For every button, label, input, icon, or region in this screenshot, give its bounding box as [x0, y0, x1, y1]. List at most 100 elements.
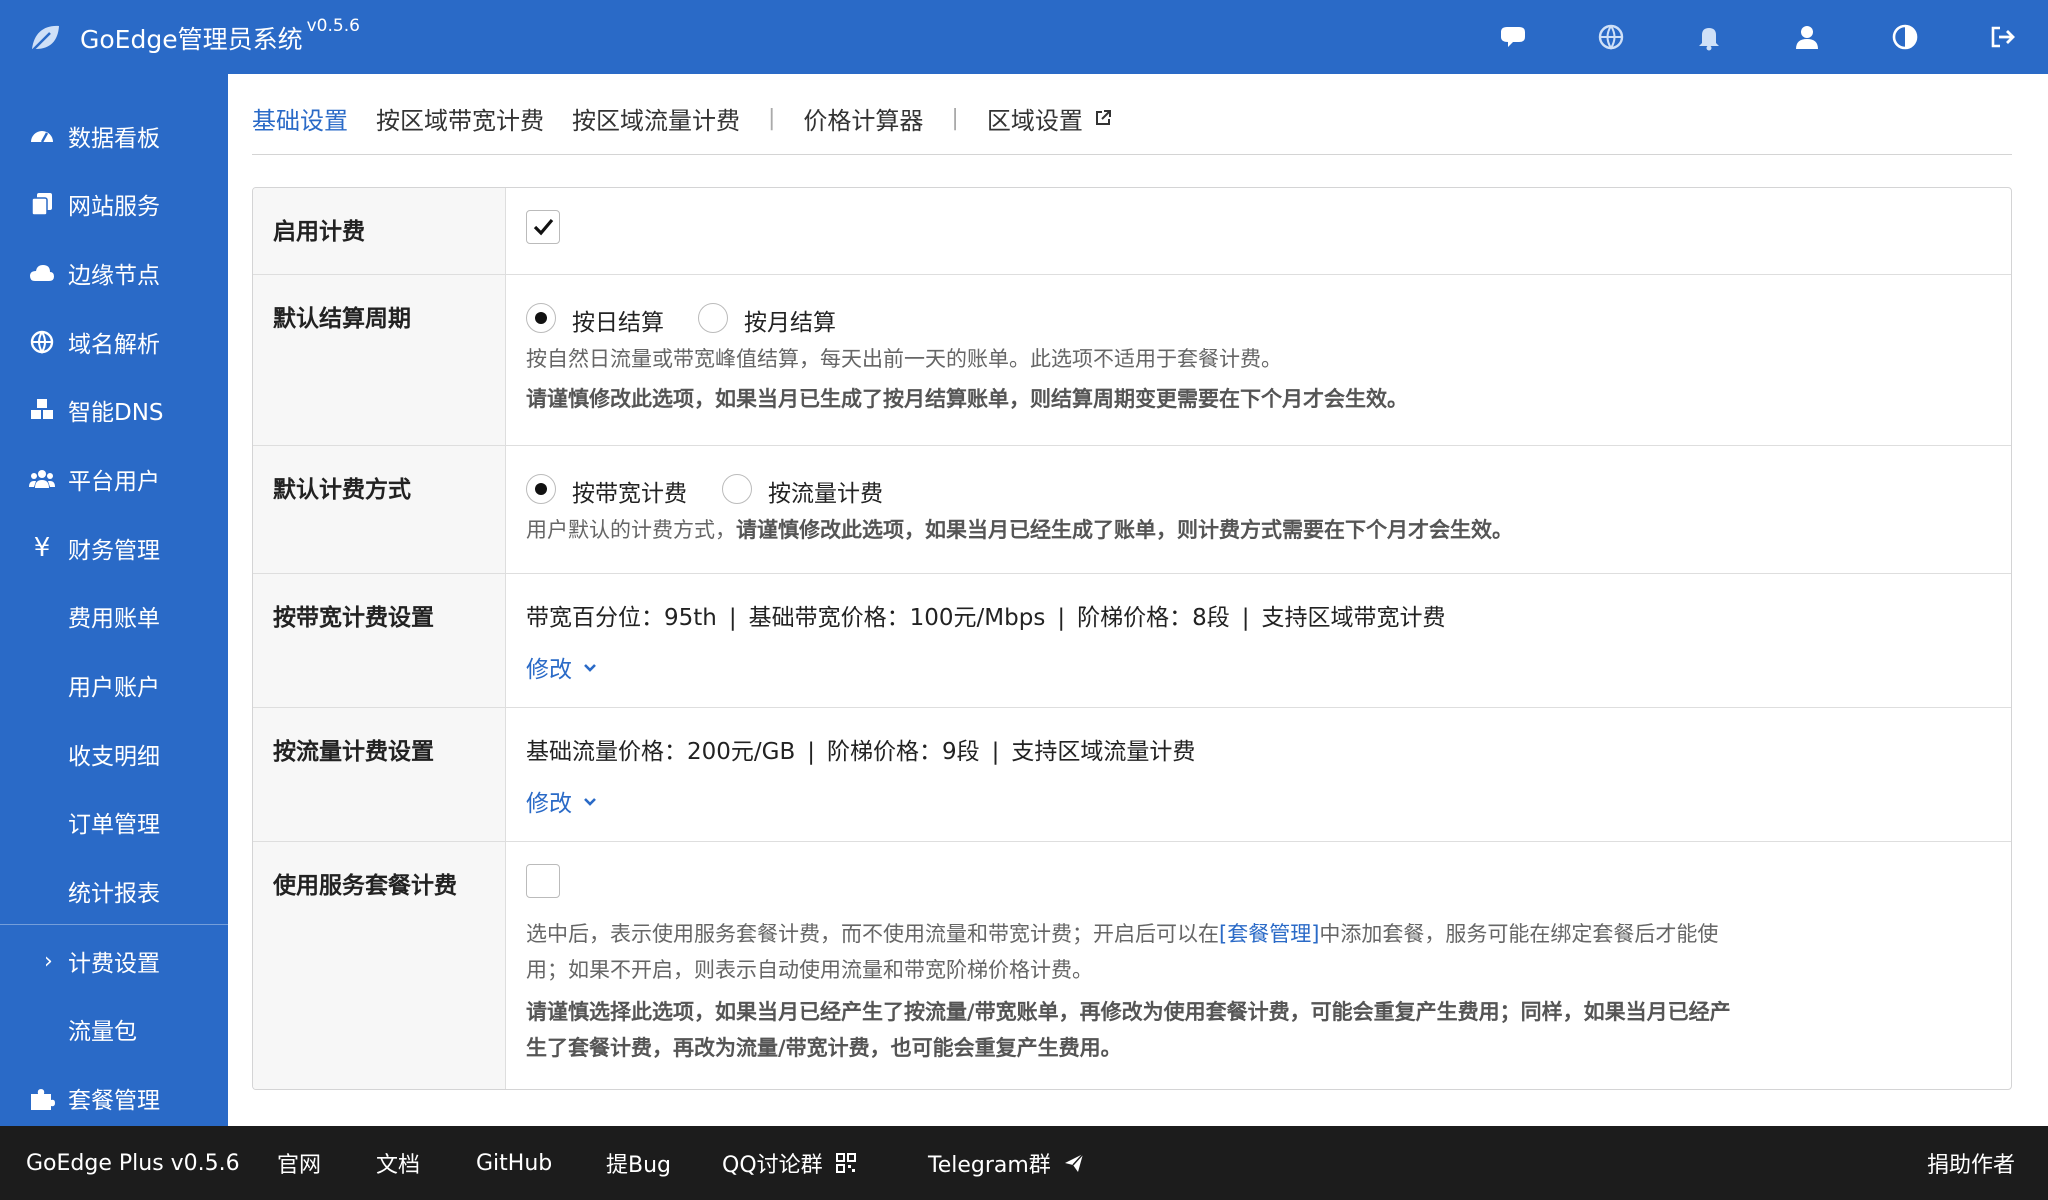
settings-table: 启用计费 默认结算周期 按日结算 按月结算 按自然日流量或带宽峰值结算，每天出前… [252, 187, 2012, 1090]
brand[interactable]: GoEdge管理员系统 v0.5.6 [28, 16, 360, 58]
tab-region-bandwidth[interactable]: 按区域带宽计费 [376, 101, 544, 136]
tab-region-settings[interactable]: 区域设置 [987, 101, 1113, 136]
row-bandwidth-settings: 按带宽计费设置 带宽百分位：95th | 基础带宽价格：100元/Mbps | 阶梯价格… [253, 573, 2011, 708]
sidebar-item-reports[interactable]: 统计报表 [0, 857, 228, 925]
sidebar-item-label: 智能DNS [68, 400, 164, 426]
sidebar-item-label: 费用账单 [68, 606, 160, 632]
row-billing-method: 默认计费方式 按带宽计费 按流量计费 用户默认的计费方式，请谨慎修改此选项，如果… [253, 445, 2011, 574]
monthly-settlement-radio[interactable] [698, 303, 728, 333]
users-icon [26, 463, 58, 495]
sidebar-item-label: 平台用户 [68, 469, 160, 495]
chat-icon[interactable] [1496, 20, 1530, 54]
plan-description-cont: 用；如果不开启，则表示自动使用流量和带宽阶梯价格计费。 [526, 958, 1093, 982]
row-label: 按带宽计费设置 [273, 605, 434, 631]
traffic-billing-label[interactable]: 按流量计费 [768, 474, 883, 508]
tab-basic-settings[interactable]: 基础设置 [252, 101, 348, 136]
tab-price-calculator[interactable]: 价格计算器 [803, 101, 923, 136]
daily-settlement-label[interactable]: 按日结算 [572, 303, 664, 337]
sidebar-item-label: 收支明细 [68, 744, 160, 770]
theme-toggle-icon[interactable] [1888, 20, 1922, 54]
footer-donate-link[interactable]: 捐助作者 [1927, 1126, 2015, 1200]
enable-billing-checkbox[interactable] [526, 210, 560, 244]
bandwidth-tier-price: 阶梯价格：8段 [1077, 605, 1230, 631]
sidebar-item-label: 域名解析 [68, 332, 160, 358]
sidebar-item-label: 边缘节点 [68, 263, 160, 289]
traffic-billing-radio[interactable] [722, 474, 752, 504]
top-bar: GoEdge管理员系统 v0.5.6 [0, 0, 2048, 74]
bandwidth-billing-radio[interactable] [526, 474, 556, 504]
sidebar-item-dashboard[interactable]: 数据看板 [0, 102, 228, 170]
sidebar-item-finance[interactable]: ¥ 财务管理 [0, 514, 228, 582]
sidebar-item-dns[interactable]: 域名解析 [0, 308, 228, 376]
footer-docs-link[interactable]: 文档 [376, 1126, 420, 1200]
sidebar-item-transactions[interactable]: 收支明细 [0, 720, 228, 788]
traffic-summary: 基础流量价格：200元/GB | 阶梯价格：9段 | 支持区域流量计费 [526, 739, 1196, 765]
footer-site-link[interactable]: 官网 [277, 1126, 321, 1200]
daily-settlement-radio[interactable] [526, 303, 556, 333]
traffic-region-support: 支持区域流量计费 [1011, 739, 1196, 765]
dashboard-icon [26, 120, 58, 152]
tab-region-settings-label: 区域设置 [986, 106, 1083, 135]
footer-qq-link[interactable]: QQ讨论群 [722, 1126, 857, 1200]
sidebar-item-label: 统计报表 [68, 881, 160, 907]
globe-icon[interactable] [1594, 20, 1628, 54]
row-label: 默认计费方式 [273, 477, 411, 503]
sidebar-item-plans[interactable]: 套餐管理 [0, 1064, 228, 1132]
sidebar-item-services[interactable]: 网站服务 [0, 170, 228, 238]
bandwidth-percentile: 带宽百分位：95th [526, 605, 717, 631]
sidebar-item-nodes[interactable]: 边缘节点 [0, 239, 228, 307]
yen-icon: ¥ [33, 533, 51, 563]
bandwidth-edit-link[interactable]: 修改 [526, 650, 598, 684]
row-plan-billing: 使用服务套餐计费 选中后，表示使用服务套餐计费，而不使用流量和带宽计费；开启后可… [253, 841, 2011, 1089]
footer-bug-link[interactable]: 提Bug [606, 1126, 671, 1200]
bandwidth-billing-label[interactable]: 按带宽计费 [572, 474, 687, 508]
cubes-icon [26, 394, 58, 426]
tab-region-traffic[interactable]: 按区域流量计费 [572, 101, 740, 136]
sidebar-item-smart-dns[interactable]: 智能DNS [0, 376, 228, 444]
puzzle-icon [26, 1082, 58, 1114]
bell-icon[interactable] [1692, 20, 1726, 54]
period-warning: 请谨慎修改此选项，如果当月已生成了按月结算账单，则结算周期变更需要在下个月才会生… [526, 387, 1408, 411]
plan-warning-cont: 生了套餐计费，再改为流量/带宽计费，也可能会重复产生费用。 [526, 1036, 1122, 1060]
app-title: GoEdge管理员系统 [80, 25, 303, 54]
footer-github-link[interactable]: GitHub [476, 1126, 552, 1200]
sidebar-item-users[interactable]: 平台用户 [0, 445, 228, 513]
footer-version: GoEdge Plus v0.5.6 [26, 1150, 240, 1176]
plan-management-link[interactable]: [套餐管理] [1219, 922, 1319, 946]
bandwidth-base-price: 基础带宽价格：100元/Mbps [748, 605, 1046, 631]
sidebar-divider [0, 924, 228, 925]
bandwidth-region-support: 支持区域带宽计费 [1261, 605, 1446, 631]
sidebar-item-accounts[interactable]: 用户账户 [0, 651, 228, 719]
plan-warning: 请谨慎选择此选项，如果当月已经产生了按流量/带宽账单，再修改为使用套餐计费，可能… [526, 1000, 1731, 1024]
sidebar-item-billing-settings[interactable]: › 计费设置 [0, 927, 228, 995]
main-content: 基础设置 按区域带宽计费 按区域流量计费 | 价格计算器 | 区域设置 启用计费… [228, 74, 2048, 1126]
external-link-icon [1093, 108, 1113, 128]
sidebar-item-traffic-packages[interactable]: 流量包 [0, 995, 228, 1063]
sidebar: 数据看板 网站服务 边缘节点 域名解析 智能DNS 平台用户 ¥ 财务管理 费用… [0, 74, 228, 1126]
monthly-settlement-label[interactable]: 按月结算 [744, 303, 836, 337]
sidebar-item-bills[interactable]: 费用账单 [0, 582, 228, 650]
period-description: 按自然日流量或带宽峰值结算，每天出前一天的账单。此选项不适用于套餐计费。 [526, 347, 1282, 371]
plan-billing-checkbox[interactable] [526, 864, 560, 898]
sidebar-item-label: 流量包 [68, 1019, 137, 1045]
user-icon[interactable] [1790, 20, 1824, 54]
paper-plane-icon [1064, 1153, 1084, 1172]
sidebar-item-label: 套餐管理 [68, 1088, 160, 1114]
sidebar-item-label: 用户账户 [68, 675, 160, 701]
chevron-right-icon: › [44, 948, 53, 974]
logout-icon[interactable] [1986, 20, 2020, 54]
row-enable-billing: 启用计费 [253, 188, 2011, 274]
tab-bar: 基础设置 按区域带宽计费 按区域流量计费 | 价格计算器 | 区域设置 [252, 96, 1141, 140]
sidebar-item-orders[interactable]: 订单管理 [0, 788, 228, 856]
row-settlement-period: 默认结算周期 按日结算 按月结算 按自然日流量或带宽峰值结算，每天出前一天的账单… [253, 274, 2011, 446]
traffic-edit-link[interactable]: 修改 [526, 784, 598, 818]
sidebar-item-label: 数据看板 [68, 126, 160, 152]
row-label: 启用计费 [273, 219, 365, 245]
leaf-logo-icon [28, 21, 62, 55]
plan-description: 选中后，表示使用服务套餐计费，而不使用流量和带宽计费；开启后可以在[套餐管理]中… [526, 922, 1719, 946]
bandwidth-summary: 带宽百分位：95th | 基础带宽价格：100元/Mbps | 阶梯价格：8段 | 支持区域… [526, 605, 1446, 631]
copy-icon [26, 188, 58, 220]
footer-telegram-link[interactable]: Telegram群 [928, 1126, 1085, 1200]
sidebar-item-label: 计费设置 [68, 951, 160, 977]
row-label: 按流量计费设置 [273, 739, 434, 765]
